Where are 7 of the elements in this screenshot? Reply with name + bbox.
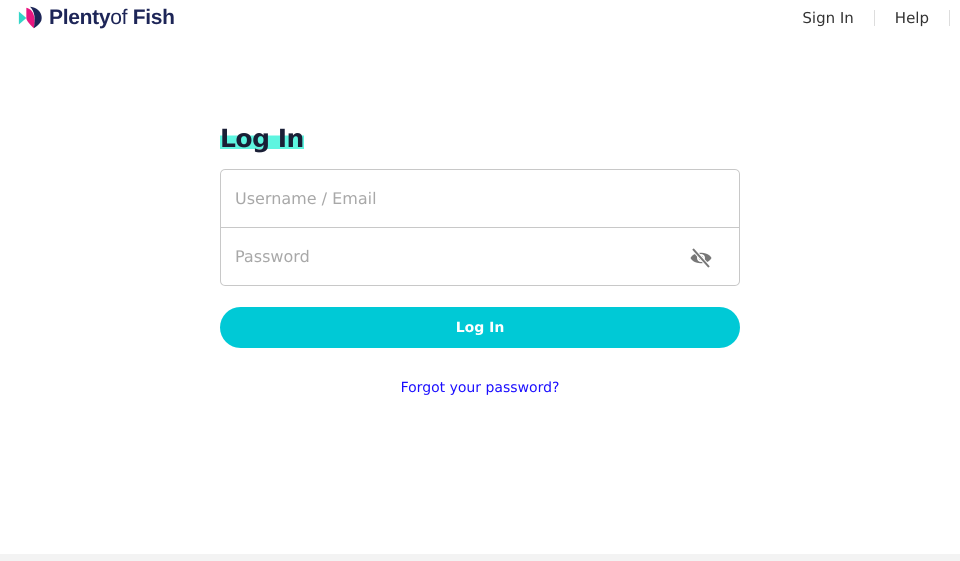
nav-link[interactable]: Help bbox=[874, 9, 949, 27]
eye-slash-icon[interactable] bbox=[689, 246, 713, 270]
password-field[interactable]: Password bbox=[220, 227, 740, 286]
nav-link[interactable]: Sign In bbox=[782, 9, 874, 27]
forgot-password-link[interactable]: Forgot your password? bbox=[400, 380, 560, 396]
logo-text: Plentyof Fish bbox=[49, 6, 175, 30]
username-field[interactable]: Username / Email bbox=[220, 169, 740, 228]
